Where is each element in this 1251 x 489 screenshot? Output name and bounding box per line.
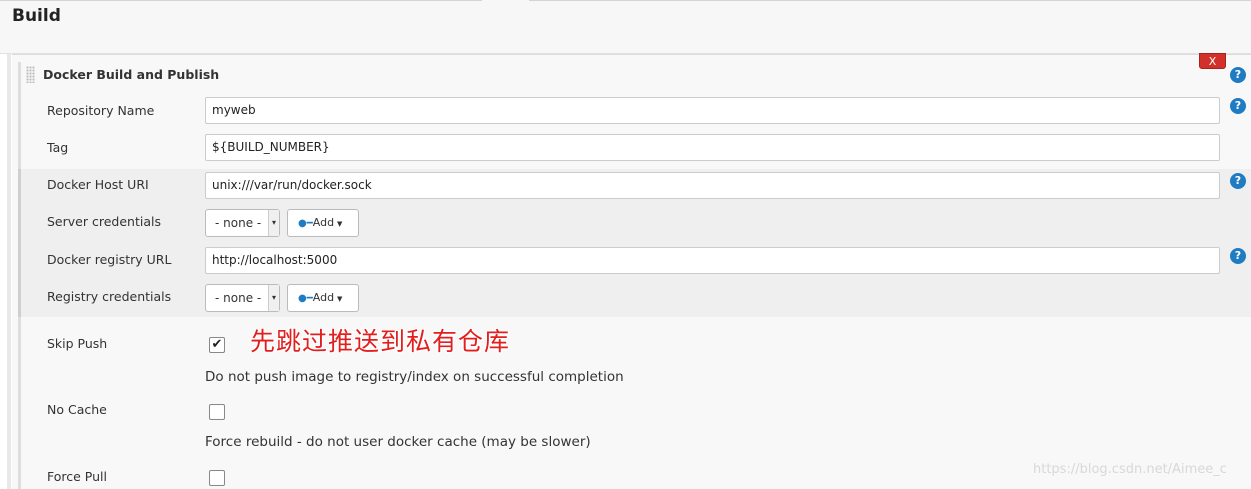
server-credentials-label: Server credentials <box>47 214 161 229</box>
no-cache-description: Force rebuild - do not user docker cache… <box>205 434 591 450</box>
section-header: Build <box>0 0 1251 54</box>
watermark: https://blog.csdn.net/Aimee_c <box>1033 462 1227 477</box>
tab-border <box>0 0 482 1</box>
help-icon[interactable]: ? <box>1230 98 1246 114</box>
key-icon: ●━ <box>298 293 313 304</box>
key-icon: ●━ <box>298 218 313 229</box>
chevron-down-icon: ▼ <box>337 295 343 303</box>
docker-host-uri-input[interactable]: unix:///var/run/docker.sock <box>205 172 1220 199</box>
registry-credentials-label: Registry credentials <box>47 289 172 304</box>
docker-registry-url-label: Docker registry URL <box>47 252 172 267</box>
section-indent-bar <box>7 54 11 489</box>
tab-border <box>529 0 1251 1</box>
skip-push-description: Do not push image to registry/index on s… <box>205 369 624 385</box>
docker-host-uri-label: Docker Host URI <box>47 177 149 192</box>
help-icon[interactable]: ? <box>1230 173 1246 189</box>
registry-credentials-add-button[interactable]: ●━Add ▼ <box>287 284 359 312</box>
step-title: Docker Build and Publish <box>43 67 220 82</box>
skip-push-label: Skip Push <box>47 336 108 351</box>
dropdown-arrow-icon: ▾ <box>268 210 279 236</box>
registry-credentials-select[interactable]: - none - ▾ <box>205 284 280 312</box>
no-cache-label: No Cache <box>47 402 107 417</box>
server-credentials-selected: - none - <box>215 216 262 230</box>
skip-push-checkbox[interactable]: ✔ <box>209 337 225 353</box>
registry-credentials-selected: - none - <box>215 291 262 305</box>
repository-name-label: Repository Name <box>47 103 155 118</box>
force-pull-checkbox[interactable] <box>209 470 225 486</box>
docker-registry-url-input[interactable]: http://localhost:5000 <box>205 247 1220 274</box>
drag-handle-icon[interactable] <box>26 66 35 83</box>
delete-step-button[interactable]: X <box>1199 53 1226 69</box>
tag-label: Tag <box>47 140 69 155</box>
add-button-label: Add <box>312 216 335 229</box>
server-credentials-select[interactable]: - none - ▾ <box>205 209 280 237</box>
help-icon[interactable]: ? <box>1230 248 1246 264</box>
tag-input[interactable]: ${BUILD_NUMBER} <box>205 134 1220 161</box>
repository-name-input[interactable]: myweb <box>205 97 1220 124</box>
no-cache-checkbox[interactable] <box>209 404 225 420</box>
server-credentials-add-button[interactable]: ●━Add ▼ <box>287 209 359 237</box>
checkmark-icon: ✔ <box>211 337 223 352</box>
section-title: Build <box>12 6 61 26</box>
chevron-down-icon: ▼ <box>337 220 343 228</box>
help-icon[interactable]: ? <box>1230 67 1246 83</box>
force-pull-label: Force Pull <box>47 469 107 484</box>
add-button-label: Add <box>312 291 335 304</box>
annotation-text: 先跳过推送到私有仓库 <box>250 327 511 356</box>
dropdown-arrow-icon: ▾ <box>268 285 279 311</box>
